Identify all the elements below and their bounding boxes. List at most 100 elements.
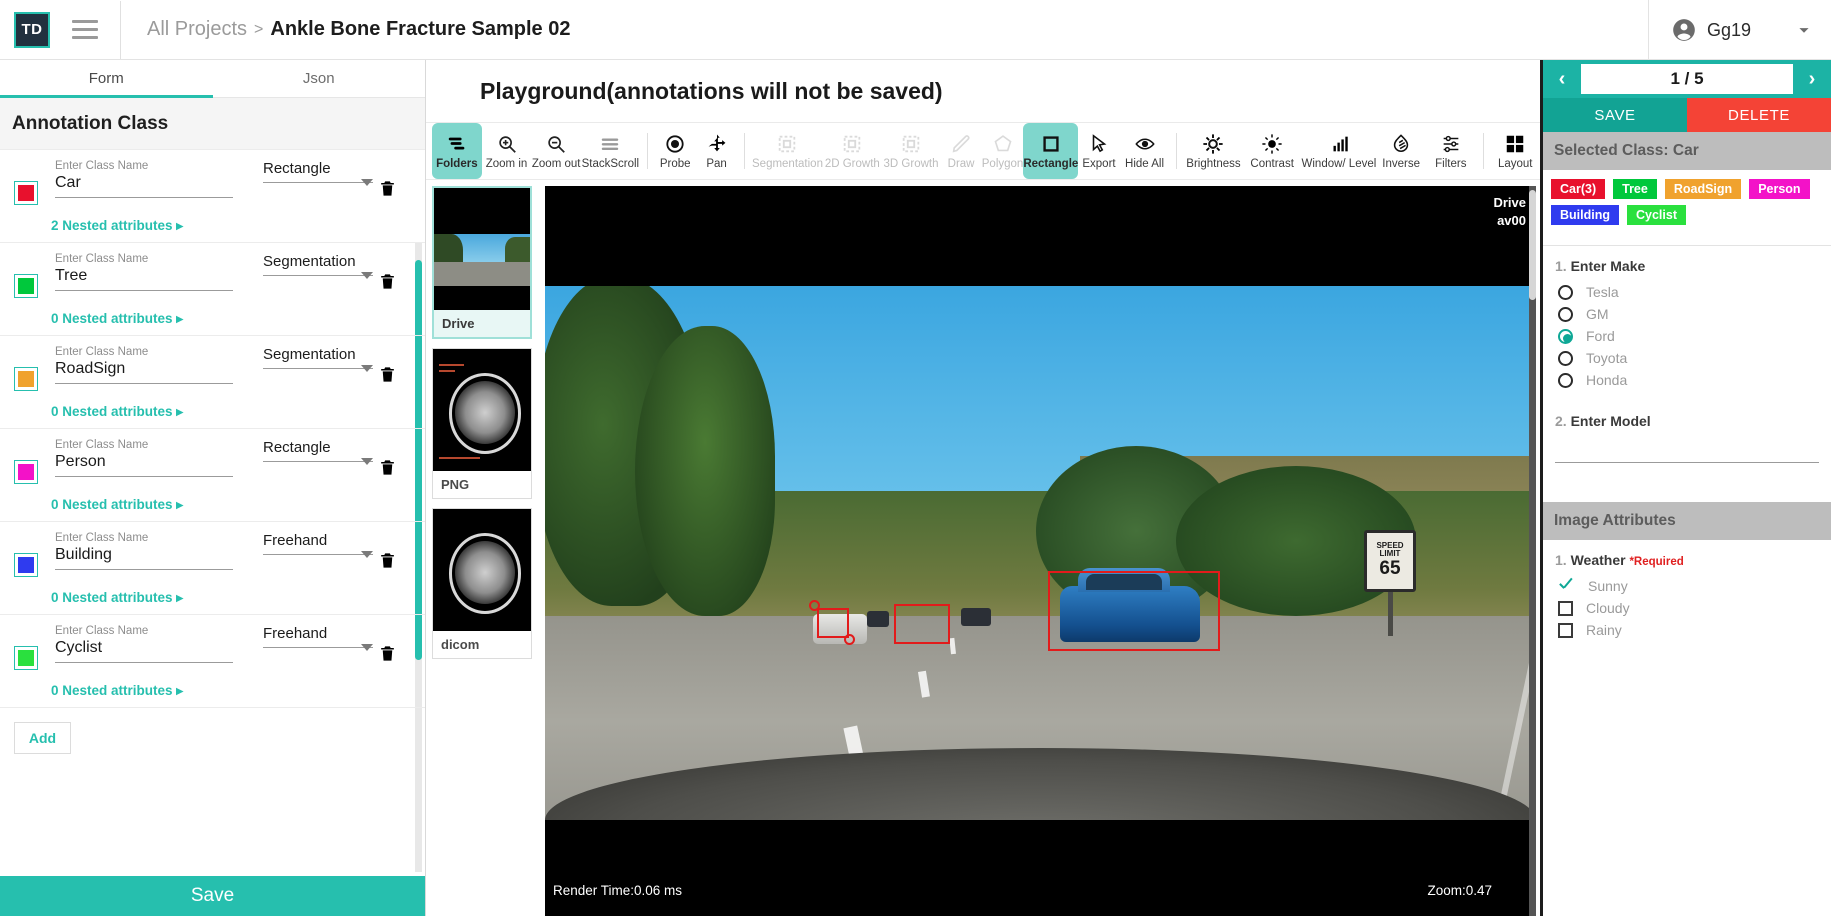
- annotation-box-car-3[interactable]: [1048, 571, 1221, 651]
- thumbnail-label: PNG: [441, 477, 470, 492]
- class-type-select[interactable]: Freehand: [263, 625, 373, 651]
- class-color-swatch[interactable]: [14, 181, 38, 205]
- class-chip-car[interactable]: Car(3): [1548, 177, 1608, 201]
- thumbnail-item-dicom[interactable]: dicom: [432, 508, 532, 659]
- tab-json[interactable]: Json: [213, 60, 426, 97]
- nested-attributes-toggle[interactable]: 0 Nested attributes ▸: [51, 311, 183, 327]
- class-name-field[interactable]: Enter Class Name RoadSign: [55, 346, 233, 384]
- delete-icon[interactable]: [378, 364, 397, 385]
- model-text-input[interactable]: [1555, 462, 1819, 463]
- class-color-swatch[interactable]: [14, 460, 38, 484]
- tool-2d-growth[interactable]: 2D Growth: [823, 123, 882, 179]
- breadcrumb-all-projects[interactable]: All Projects: [147, 18, 247, 41]
- annotation-box-car-1[interactable]: [816, 608, 849, 638]
- tool-rectangle[interactable]: Rectangle: [1023, 123, 1079, 179]
- tool-inverse[interactable]: Inverse: [1376, 123, 1426, 179]
- thumbnail-item-png[interactable]: PNG: [432, 348, 532, 499]
- class-name-field[interactable]: Enter Class Name Car: [55, 160, 233, 198]
- radio-option-gm[interactable]: GM: [1555, 303, 1819, 325]
- tool-zoom-out[interactable]: Zoom out: [531, 123, 581, 179]
- tool-pan[interactable]: Pan: [696, 123, 737, 179]
- nested-attributes-toggle[interactable]: 0 Nested attributes ▸: [51, 683, 183, 699]
- class-name-field[interactable]: Enter Class Name Building: [55, 532, 233, 570]
- tool-export[interactable]: Export: [1078, 123, 1119, 179]
- viewer-scrollbar-track[interactable]: [1529, 186, 1536, 916]
- class-name-label: Enter Class Name: [55, 625, 149, 637]
- class-chip-person[interactable]: Person: [1749, 179, 1810, 199]
- class-color-swatch[interactable]: [14, 553, 38, 577]
- delete-annotation-button[interactable]: DELETE: [1687, 98, 1831, 132]
- next-image-button[interactable]: ›: [1793, 60, 1831, 98]
- tool-folders[interactable]: Folders: [432, 123, 482, 179]
- tool-brightness[interactable]: Brightness: [1184, 123, 1243, 179]
- image-canvas[interactable]: SPEED LIMIT 65 Drive av00 Render Time:0.…: [545, 186, 1536, 916]
- class-name-field[interactable]: Enter Class Name Person: [55, 439, 233, 477]
- radio-option-toyota[interactable]: Toyota: [1555, 347, 1819, 369]
- thumbnail-item-drive[interactable]: Drive: [432, 186, 532, 339]
- save-classes-button[interactable]: Save: [0, 876, 425, 916]
- tool-zoom-in[interactable]: Zoom in: [482, 123, 532, 179]
- delete-icon[interactable]: [378, 550, 397, 571]
- class-color-swatch[interactable]: [14, 367, 38, 391]
- nested-attributes-toggle[interactable]: 2 Nested attributes ▸: [51, 218, 183, 234]
- delete-icon[interactable]: [378, 457, 397, 478]
- account-menu[interactable]: Gg19: [1647, 0, 1831, 60]
- class-name-field[interactable]: Enter Class Name Cyclist: [55, 625, 233, 663]
- menu-toggle-icon[interactable]: [72, 20, 98, 39]
- radio-option-honda[interactable]: Honda: [1555, 369, 1819, 391]
- class-chip-roadsign[interactable]: RoadSign: [1664, 179, 1742, 199]
- class-chip-tree[interactable]: Tree: [1613, 179, 1657, 199]
- prev-image-button[interactable]: ‹: [1543, 60, 1581, 98]
- class-name-input[interactable]: Person: [55, 453, 233, 477]
- class-color-swatch[interactable]: [14, 274, 38, 298]
- viewer-scrollbar-thumb[interactable]: [1529, 190, 1536, 300]
- class-type-select[interactable]: Segmentation: [263, 346, 373, 372]
- nested-attributes-toggle[interactable]: 0 Nested attributes ▸: [51, 497, 183, 513]
- viewer-surface[interactable]: SPEED LIMIT 65 Drive av00 Render Time:0.…: [545, 186, 1536, 916]
- add-class-button[interactable]: Add: [14, 722, 71, 754]
- tool-layout[interactable]: Layout: [1490, 123, 1540, 179]
- delete-icon[interactable]: [378, 271, 397, 292]
- checkbox-option-rainy[interactable]: Rainy: [1555, 619, 1819, 641]
- save-annotation-button[interactable]: SAVE: [1543, 98, 1687, 132]
- class-name-field[interactable]: Enter Class Name Tree: [55, 253, 233, 291]
- tool-draw[interactable]: Draw: [940, 123, 981, 179]
- toolbar-divider: [646, 133, 648, 169]
- class-name-input[interactable]: Car: [55, 174, 233, 198]
- class-type-select[interactable]: Rectangle: [263, 160, 373, 186]
- nested-attributes-toggle[interactable]: 0 Nested attributes ▸: [51, 590, 183, 606]
- class-chip-cyclist[interactable]: Cyclist: [1627, 205, 1686, 225]
- class-chip-building[interactable]: Building: [1551, 205, 1619, 225]
- class-type-select[interactable]: Rectangle: [263, 439, 373, 465]
- class-name-input[interactable]: Building: [55, 546, 233, 570]
- class-name-input[interactable]: RoadSign: [55, 360, 233, 384]
- tool-window-level[interactable]: Window/ Level: [1302, 123, 1376, 179]
- app-logo[interactable]: TD: [14, 11, 50, 48]
- checkbox-option-cloudy[interactable]: Cloudy: [1555, 597, 1819, 619]
- class-type-select[interactable]: Freehand: [263, 532, 373, 558]
- tool-3d-growth[interactable]: 3D Growth: [882, 123, 941, 179]
- class-type-select[interactable]: Segmentation: [263, 253, 373, 279]
- tool-probe[interactable]: Probe: [654, 123, 695, 179]
- delete-icon[interactable]: [378, 178, 397, 199]
- class-color-swatch[interactable]: [14, 646, 38, 670]
- tab-form[interactable]: Form: [0, 60, 213, 98]
- tool-filters[interactable]: Filters: [1426, 123, 1476, 179]
- checkbox-option-sunny[interactable]: Sunny: [1555, 575, 1819, 597]
- class-name-input[interactable]: Tree: [55, 267, 233, 291]
- delete-icon[interactable]: [378, 643, 397, 664]
- nested-attributes-toggle[interactable]: 0 Nested attributes ▸: [51, 404, 183, 420]
- annotation-handle[interactable]: [808, 600, 820, 611]
- tool-contrast[interactable]: Contrast: [1243, 123, 1302, 179]
- chevron-down-icon[interactable]: [1793, 19, 1815, 41]
- class-name-input[interactable]: Cyclist: [55, 639, 233, 663]
- thumbnail-image: [434, 188, 530, 310]
- tool-hide-all[interactable]: Hide All: [1120, 123, 1170, 179]
- tool-polygon[interactable]: Polygon: [982, 123, 1023, 179]
- annotation-box-car-2[interactable]: [893, 604, 950, 644]
- tool-stack-scroll[interactable]: StackScroll: [581, 123, 640, 179]
- radio-option-ford[interactable]: Ford: [1555, 325, 1819, 347]
- tool-segmentation[interactable]: Segmentation: [752, 123, 823, 179]
- radio-option-tesla[interactable]: Tesla: [1555, 281, 1819, 303]
- page-indicator[interactable]: 1 / 5: [1581, 64, 1793, 94]
